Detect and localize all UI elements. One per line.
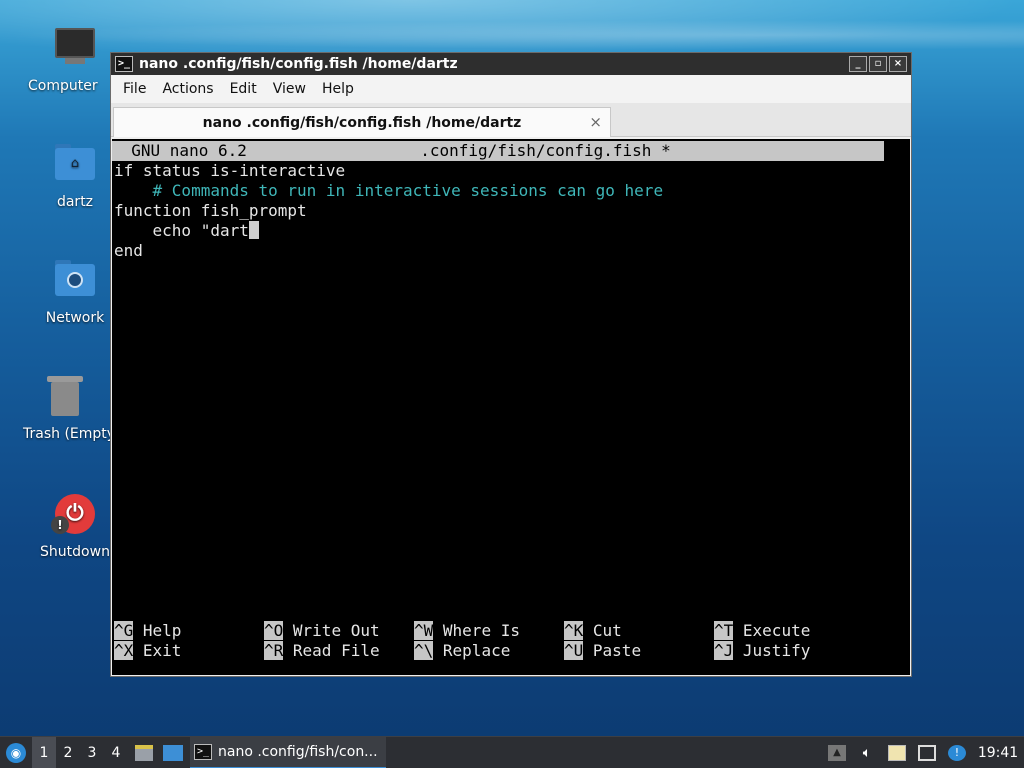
shortcut-label: Justify [742, 641, 811, 660]
shortcut-label: Paste [592, 641, 642, 660]
menu-help[interactable]: Help [314, 81, 362, 97]
shortcut-write-out: ^O Write Out [264, 621, 380, 641]
volume-icon[interactable]: 🔈︎ [858, 745, 876, 761]
shortcut-where-is: ^W Where Is [414, 621, 520, 641]
shortcut-label: Execute [742, 621, 811, 640]
editor-line-text: echo "dart [114, 221, 249, 240]
shortcut-execute: ^T Execute [714, 621, 810, 641]
shortcut-key: ^J [714, 641, 734, 660]
shortcut-label: Help [142, 621, 182, 640]
shortcut-key: ^U [564, 641, 584, 660]
shortcut-key: ^W [414, 621, 434, 640]
editor-line: if status is-interactive [114, 161, 346, 180]
shortcut-key: ^\ [414, 641, 434, 660]
maximize-button[interactable]: ▫ [869, 56, 887, 72]
desktop-icon-label: Trash (Empty) [23, 426, 115, 442]
shortcut-label: Cut [592, 621, 622, 640]
power-icon: ⏻! [51, 490, 99, 538]
shortcut-key: ^K [564, 621, 584, 640]
shortcut-label: Read File [292, 641, 380, 660]
task-label: nano .config/fish/con... [218, 744, 378, 760]
menu-edit[interactable]: Edit [222, 81, 265, 97]
tab-strip: nano .config/fish/config.fish /home/dart… [111, 103, 911, 137]
workspace-1[interactable]: 1 [32, 737, 56, 768]
file-manager-launcher[interactable] [132, 737, 156, 768]
network-icon[interactable] [918, 745, 936, 761]
workspace-3[interactable]: 3 [80, 737, 104, 768]
shortcut-label: Write Out [292, 621, 380, 640]
desktop-icon-label: dartz [56, 194, 94, 210]
computer-icon [51, 24, 99, 72]
shortcut-label: Exit [142, 641, 182, 660]
shortcut-read-file: ^R Read File [264, 641, 380, 661]
desktop-icon-trash[interactable]: Trash (Empty) [10, 372, 120, 442]
clipboard-icon[interactable] [888, 745, 906, 761]
tab-close-icon[interactable]: × [589, 113, 602, 131]
tab-label: nano .config/fish/config.fish /home/dart… [202, 114, 522, 131]
menu-view[interactable]: View [265, 81, 314, 97]
menu-file[interactable]: File [115, 81, 154, 97]
menu-bar: File Actions Edit View Help [111, 75, 911, 103]
editor-line-cursor: echo "dart [114, 221, 259, 241]
editor-line-comment: # Commands to run in interactive session… [114, 181, 664, 200]
shortcut-label: Replace [442, 641, 511, 660]
tab-terminal[interactable]: nano .config/fish/config.fish /home/dart… [113, 107, 611, 137]
shortcut-paste: ^U Paste [564, 641, 641, 661]
start-menu-icon: ◉ [6, 743, 26, 763]
nano-header: GNU nano 6.2 .config/fish/config.fish * [112, 141, 884, 161]
system-tray: ▲ 🔈︎ ! 19:41 [822, 737, 1024, 768]
clock[interactable]: 19:41 [972, 745, 1024, 761]
window-titlebar[interactable]: >_ nano .config/fish/config.fish /home/d… [111, 53, 911, 75]
network-folder-icon [51, 256, 99, 304]
shortcut-key: ^R [264, 641, 284, 660]
trash-icon [41, 372, 89, 420]
taskbar-task-terminal[interactable]: >_ nano .config/fish/con... [190, 737, 386, 768]
desktop-icon-label: Network [45, 310, 105, 326]
desktop-icon-label: Shutdown [40, 544, 110, 560]
terminal-icon: >_ [194, 744, 212, 760]
shortcut-replace: ^\ Replace [414, 641, 510, 661]
show-desktop-button[interactable] [160, 737, 186, 768]
terminal-icon: >_ [115, 56, 133, 72]
editor-line: end [114, 241, 143, 260]
wallpaper-highlight [0, 0, 1024, 60]
menu-actions[interactable]: Actions [154, 81, 221, 97]
tray-overflow-icon[interactable]: ▲ [828, 745, 846, 761]
workspace-2[interactable]: 2 [56, 737, 80, 768]
shortcut-key: ^G [114, 621, 134, 640]
start-menu-button[interactable]: ◉ [4, 737, 28, 768]
home-folder-icon: ⌂ [51, 140, 99, 188]
taskbar: ◉ 1 2 3 4 >_ nano .config/fish/con... ▲ … [0, 736, 1024, 768]
text-cursor [248, 221, 259, 239]
file-manager-icon [135, 745, 153, 761]
workspace-4[interactable]: 4 [104, 737, 128, 768]
window-title: nano .config/fish/config.fish /home/dart… [139, 56, 458, 72]
terminal-area[interactable]: GNU nano 6.2 .config/fish/config.fish * … [112, 139, 910, 675]
editor-line: function fish_prompt [114, 201, 307, 220]
shortcut-key: ^O [264, 621, 284, 640]
minimize-button[interactable]: _ [849, 56, 867, 72]
terminal-window: >_ nano .config/fish/config.fish /home/d… [110, 52, 912, 677]
desktop-icon [163, 745, 183, 761]
shortcut-justify: ^J Justify [714, 641, 810, 661]
shortcut-help: ^G Help [114, 621, 181, 641]
shortcut-exit: ^X Exit [114, 641, 181, 661]
shortcut-cut: ^K Cut [564, 621, 622, 641]
close-button[interactable]: × [889, 56, 907, 72]
shortcut-label: Where Is [442, 621, 520, 640]
shortcut-key: ^T [714, 621, 734, 640]
wallpaper-highlight [0, 20, 1024, 50]
update-icon[interactable]: ! [948, 745, 966, 761]
shortcut-key: ^X [114, 641, 134, 660]
